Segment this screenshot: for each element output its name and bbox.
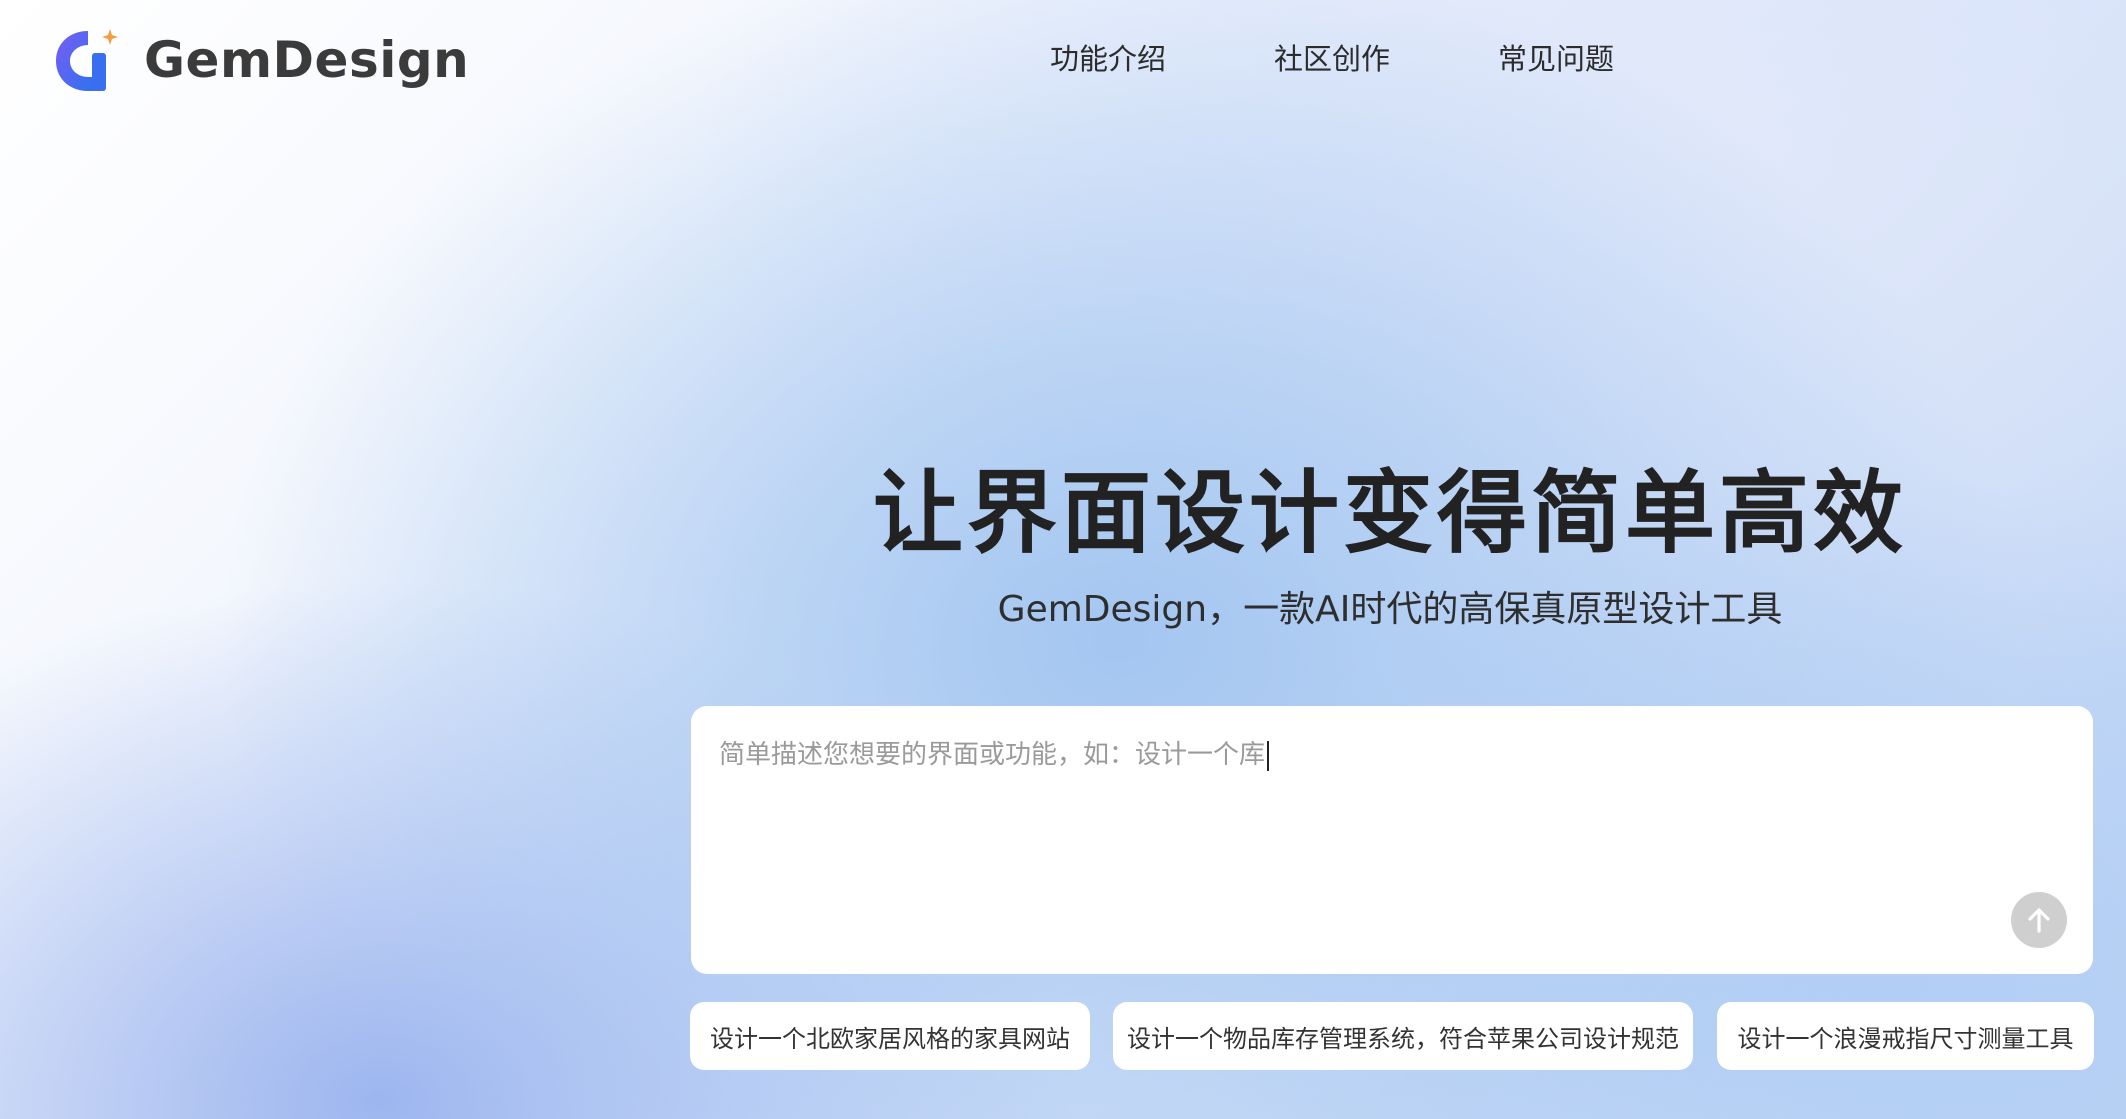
- main-nav: 功能介绍 社区创作 常见问题: [1050, 36, 1614, 78]
- hero-title: 让界面设计变得简单高效: [873, 461, 1907, 566]
- text-caret: [1267, 740, 1270, 771]
- hero-subtitle: GemDesign，一款AI时代的高保真原型设计工具: [997, 589, 1783, 630]
- brand-name: GemDesign: [144, 31, 470, 89]
- nav-item-features[interactable]: 功能介绍: [1050, 36, 1166, 78]
- suggestion-list: 设计一个北欧家居风格的家具网站 设计一个物品库存管理系统，符合苹果公司设计规范 …: [690, 1002, 2094, 1070]
- arrow-up-icon: [2028, 908, 2050, 933]
- prompt-input[interactable]: 简单描述您想要的界面或功能，如：设计一个库: [719, 734, 2019, 771]
- suggestion-chip[interactable]: 设计一个北欧家居风格的家具网站: [690, 1002, 1090, 1070]
- prompt-text: 简单描述您想要的界面或功能，如：设计一个库: [719, 740, 1266, 770]
- logo[interactable]: GemDesign: [48, 22, 469, 98]
- prompt-box[interactable]: 简单描述您想要的界面或功能，如：设计一个库: [691, 706, 2093, 974]
- send-button[interactable]: [2011, 892, 2067, 948]
- nav-item-community[interactable]: 社区创作: [1274, 36, 1390, 78]
- suggestion-chip[interactable]: 设计一个物品库存管理系统，符合苹果公司设计规范: [1113, 1002, 1693, 1070]
- gemdesign-logo-icon: [48, 23, 120, 97]
- site-header: GemDesign 功能介绍 社区创作 常见问题: [0, 0, 2126, 120]
- nav-item-faq[interactable]: 常见问题: [1498, 36, 1614, 78]
- suggestion-chip[interactable]: 设计一个浪漫戒指尺寸测量工具: [1717, 1002, 2094, 1070]
